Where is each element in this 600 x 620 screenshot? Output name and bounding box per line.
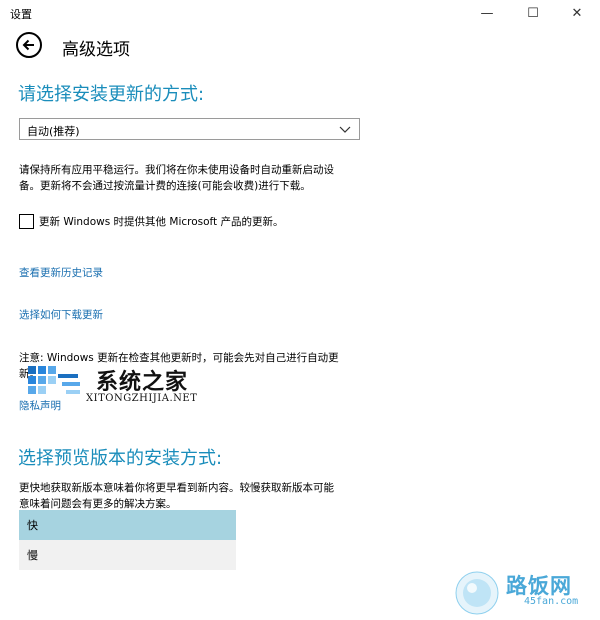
xitongzhijia-watermark-name: 系统之家 [96, 369, 189, 395]
45fan-watermark-domain: 45fan.com [524, 596, 579, 607]
close-button[interactable]: ✕ [554, 0, 600, 26]
maximize-button[interactable]: ☐ [510, 0, 556, 26]
minimize-button[interactable]: — [464, 0, 510, 26]
chevron-down-icon [339, 126, 351, 133]
back-button[interactable] [16, 32, 42, 58]
preview-option-slow-label: 慢 [27, 549, 38, 562]
xitongzhijia-watermark-domain: XITONGZHIJIA.NET [86, 393, 198, 404]
close-icon: ✕ [571, 5, 583, 21]
preview-option-fast[interactable]: 快 [19, 510, 236, 540]
preview-option-fast-label: 快 [27, 519, 38, 532]
update-history-link[interactable]: 查看更新历史记录 [19, 265, 103, 280]
other-products-checkbox-row[interactable]: 更新 Windows 时提供其他 Microsoft 产品的更新。 [19, 211, 284, 231]
install-method-dropdown-value: 自动(推荐) [27, 125, 80, 138]
delivery-optimization-link[interactable]: 选择如何下载更新 [19, 307, 103, 322]
install-method-dropdown[interactable]: 自动(推荐) [19, 118, 360, 140]
preview-option-slow[interactable]: 慢 [19, 540, 236, 570]
maximize-icon: ☐ [527, 5, 539, 21]
page-title: 高级选项 [62, 40, 130, 60]
preview-description: 更快地获取新版本意味着你将更早看到新内容。较慢获取新版本可能 意味着问题会有更多… [19, 480, 334, 512]
install-method-heading: 请选择安装更新的方式: [18, 84, 205, 105]
install-method-description: 请保持所有应用平稳运行。我们将在你未使用设备时自动重新启动设 备。更新将不会通过… [19, 162, 334, 194]
title-bar: 设置 — ☐ ✕ [0, 0, 600, 26]
back-arrow-icon [22, 39, 34, 51]
minimize-icon: — [480, 5, 494, 21]
install-method-description-line-2: 备。更新将不会通过按流量计费的连接(可能会收费)进行下载。 [19, 180, 311, 192]
install-method-description-line-1: 请保持所有应用平稳运行。我们将在你未使用设备时自动重新启动设 [19, 164, 334, 176]
window-title: 设置 [10, 8, 32, 21]
45fan-logo-icon [455, 571, 499, 615]
preview-description-line-1: 更快地获取新版本意味着你将更早看到新内容。较慢获取新版本可能 [19, 482, 334, 494]
page-header: 高级选项 [0, 26, 600, 64]
other-products-checkbox[interactable] [19, 213, 34, 229]
preview-heading: 选择预览版本的安装方式: [18, 448, 223, 469]
other-products-checkbox-label: 更新 Windows 时提供其他 Microsoft 产品的更新。 [39, 215, 284, 228]
